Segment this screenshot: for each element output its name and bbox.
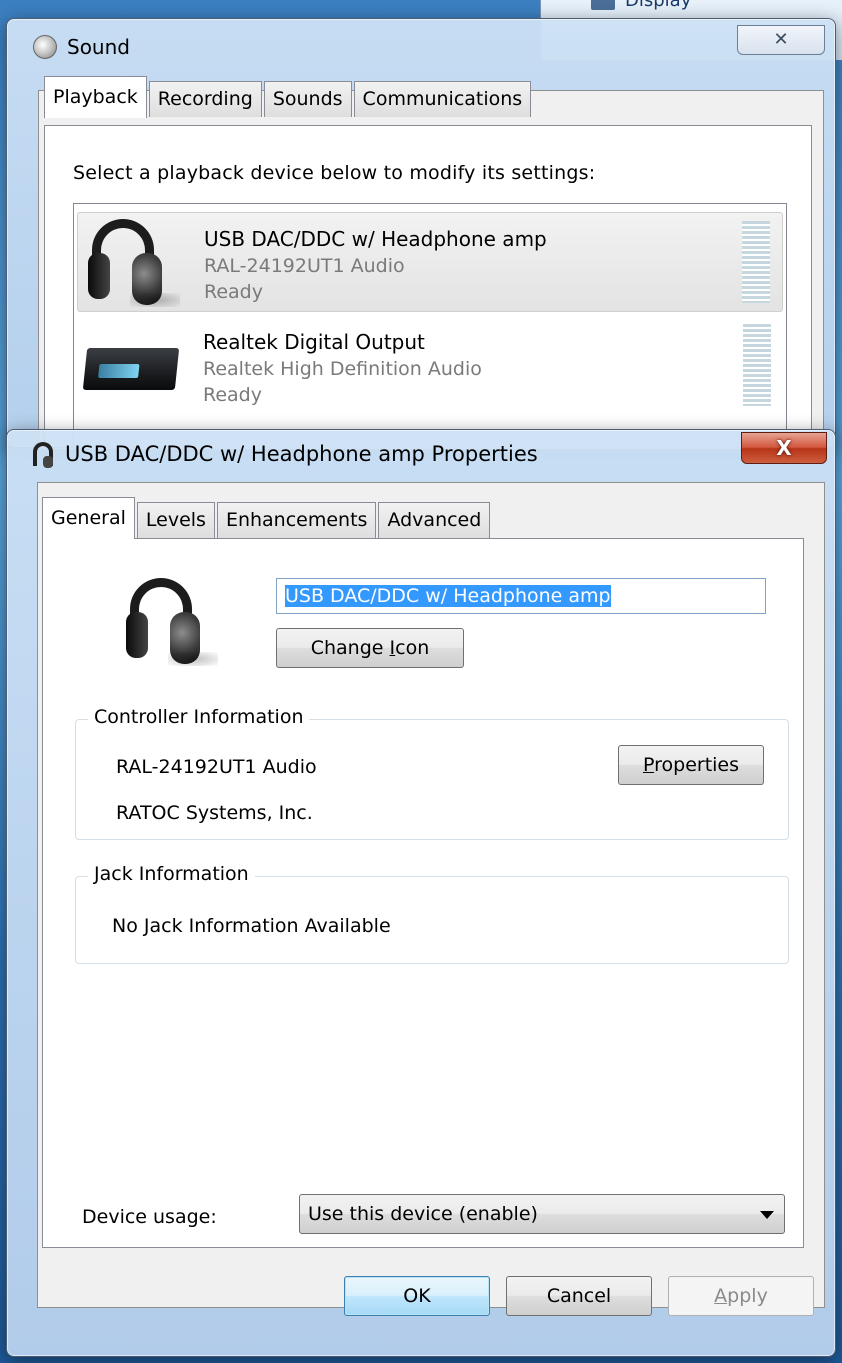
controller-properties-button[interactable]: Properties	[618, 745, 764, 785]
properties-window-title: USB DAC/DDC w/ Headphone amp Properties	[65, 442, 538, 466]
change-icon-button[interactable]: Change Icon	[276, 628, 464, 668]
button-label: con	[395, 637, 430, 659]
sound-close-button[interactable]: ✕	[737, 25, 825, 55]
controller-group-label: Controller Information	[88, 706, 310, 728]
button-label: Change	[310, 637, 390, 659]
device-usage-select[interactable]: Use this device (enable)	[299, 1194, 785, 1234]
tab-advanced[interactable]: Advanced	[378, 502, 491, 538]
volume-meter	[743, 324, 771, 406]
tab-playback[interactable]: Playback	[44, 76, 147, 118]
volume-meter	[742, 221, 770, 303]
tab-levels[interactable]: Levels	[136, 502, 215, 538]
button-accelerator: P	[642, 754, 655, 776]
jack-info-text: No Jack Information Available	[112, 915, 391, 937]
tab-recording[interactable]: Recording	[148, 81, 262, 117]
tab-communications[interactable]: Communications	[353, 81, 532, 117]
device-usage-value: Use this device (enable)	[308, 1203, 538, 1225]
properties-tabs: General Levels Enhancements Advanced	[42, 497, 492, 539]
device-name: USB DAC/DDC w/ Headphone amp	[204, 227, 547, 251]
controller-name: RAL-24192UT1 Audio	[116, 756, 317, 778]
device-row[interactable]: Realtek Digital Output Realtek High Defi…	[77, 316, 783, 416]
playback-instruction: Select a playback device below to modify…	[73, 162, 596, 184]
display-icon	[591, 0, 615, 10]
playback-device-list[interactable]: USB DAC/DDC w/ Headphone amp RAL-24192UT…	[73, 203, 787, 449]
button-label: roperties	[654, 754, 740, 776]
receiver-icon	[82, 348, 180, 390]
jack-information-group: Jack Information No Jack Information Ava…	[75, 863, 789, 964]
device-name: Realtek Digital Output	[203, 330, 425, 354]
close-icon: X	[776, 436, 792, 460]
sound-window-titlebar[interactable]: Sound	[33, 35, 130, 59]
device-name-selection: USB DAC/DDC w/ Headphone amp	[285, 585, 611, 607]
close-icon: ✕	[773, 29, 789, 50]
sound-tabs: Playback Recording Sounds Communications	[44, 76, 533, 118]
chevron-down-icon	[760, 1211, 774, 1219]
button-label: pply	[727, 1285, 768, 1307]
device-usage-label: Device usage:	[82, 1206, 217, 1228]
background-window-label: Display	[625, 0, 692, 11]
controller-manufacturer: RATOC Systems, Inc.	[116, 802, 313, 824]
device-driver: RAL-24192UT1 Audio	[204, 255, 405, 277]
headphones-icon	[126, 578, 222, 668]
button-accelerator: A	[714, 1285, 728, 1307]
properties-titlebar[interactable]: USB DAC/DDC w/ Headphone amp Properties	[33, 442, 538, 468]
tab-enhancements[interactable]: Enhancements	[216, 502, 377, 538]
jack-group-label: Jack Information	[88, 863, 255, 885]
apply-button[interactable]: Apply	[668, 1276, 814, 1316]
device-driver: Realtek High Definition Audio	[203, 358, 482, 380]
properties-close-button[interactable]: X	[741, 432, 827, 464]
sound-window-title: Sound	[67, 35, 130, 59]
device-name-input[interactable]: USB DAC/DDC w/ Headphone amp	[276, 578, 766, 614]
tab-general[interactable]: General	[42, 497, 135, 539]
ok-button[interactable]: OK	[344, 1276, 490, 1316]
playback-panel: Select a playback device below to modify…	[44, 125, 812, 449]
headphones-icon	[33, 442, 53, 468]
device-status: Ready	[203, 384, 262, 406]
cancel-button[interactable]: Cancel	[506, 1276, 652, 1316]
speaker-icon	[33, 35, 57, 59]
headphones-icon	[88, 219, 184, 309]
tab-sounds[interactable]: Sounds	[263, 81, 352, 117]
device-row[interactable]: USB DAC/DDC w/ Headphone amp RAL-24192UT…	[77, 212, 783, 312]
device-status: Ready	[204, 281, 263, 303]
